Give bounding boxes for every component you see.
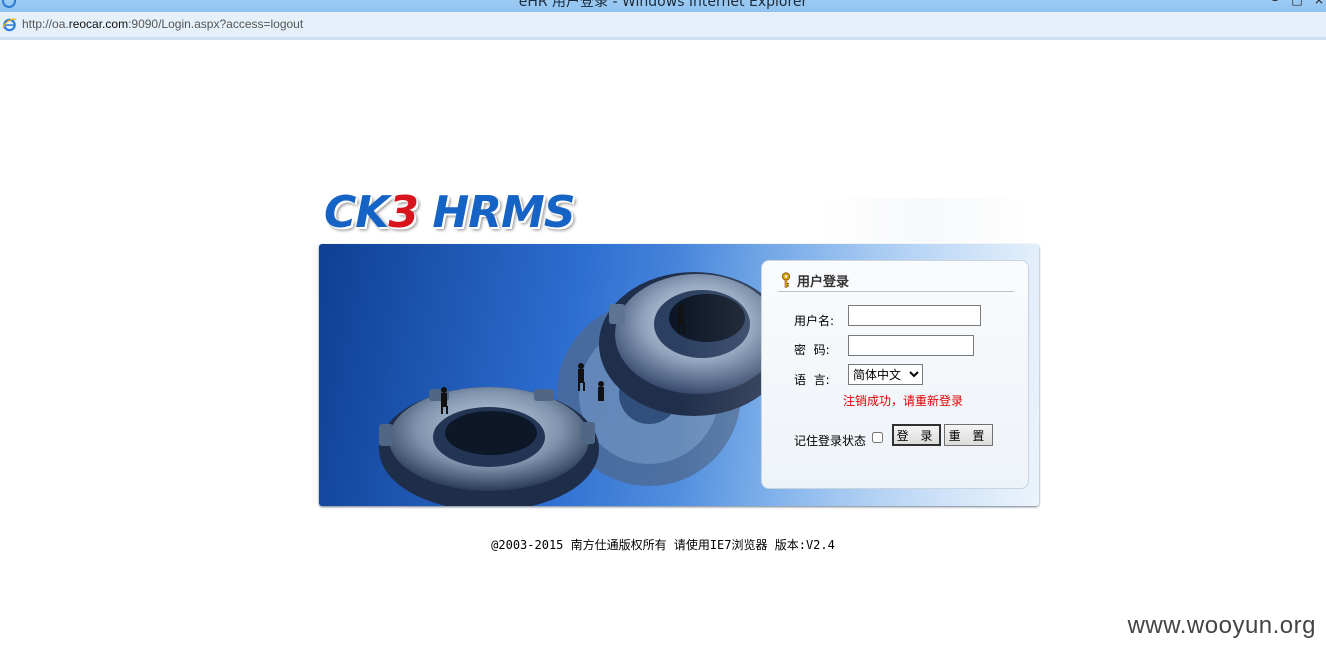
- address-url[interactable]: http://oa.reocar.com:9090/Login.aspx?acc…: [22, 17, 303, 31]
- login-title: 用户登录: [797, 275, 850, 290]
- remember-checkbox[interactable]: [872, 432, 883, 443]
- close-icon[interactable]: ×: [1312, 0, 1326, 6]
- login-panel-header: 用户登录: [778, 269, 1014, 292]
- product-logo: CK3 HRMS: [324, 187, 576, 238]
- watermark-text: www.wooyun.org: [1127, 612, 1316, 639]
- header-decoration: [822, 198, 1032, 242]
- address-bar[interactable]: http://oa.reocar.com:9090/Login.aspx?acc…: [0, 12, 1326, 38]
- minimize-icon[interactable]: –: [1268, 0, 1282, 6]
- toolbar-separator: [0, 37, 1326, 40]
- window-titlebar: eHR 用户登录 - Windows Internet Explorer – □…: [0, 0, 1326, 12]
- username-input[interactable]: [848, 305, 981, 326]
- maximize-icon[interactable]: □: [1290, 0, 1304, 6]
- password-input[interactable]: [848, 335, 974, 356]
- login-panel: 用户登录 用户名: 密 码: 语 言: 简体中文 注销成功，请重新登录 记住登录…: [761, 260, 1029, 489]
- language-label: 语 言:: [794, 373, 830, 387]
- window-title: eHR 用户登录 - Windows Internet Explorer: [518, 0, 808, 10]
- login-button[interactable]: 登 录: [892, 424, 941, 446]
- username-label: 用户名:: [794, 314, 835, 328]
- ie-page-icon: [2, 18, 17, 32]
- key-icon: [781, 272, 791, 288]
- copyright-footer: @2003-2015 南方仕通版权所有 请使用IE7浏览器 版本:V2.4: [491, 538, 835, 552]
- remember-label: 记住登录状态: [794, 434, 867, 448]
- status-message: 注销成功，请重新登录: [843, 394, 964, 408]
- password-label: 密 码:: [794, 343, 830, 357]
- language-select[interactable]: 简体中文: [848, 364, 923, 385]
- reset-button[interactable]: 重 置: [944, 424, 993, 446]
